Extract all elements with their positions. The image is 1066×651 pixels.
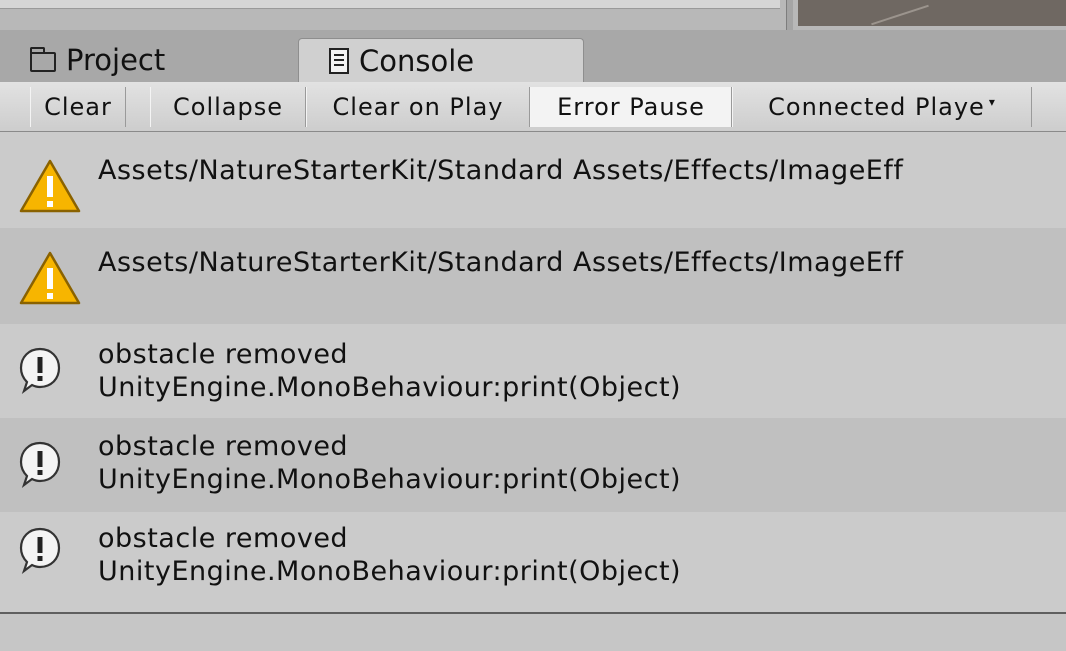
- clear-button[interactable]: Clear: [30, 87, 126, 127]
- panel-splitter[interactable]: [786, 0, 793, 30]
- folder-icon: [30, 47, 56, 72]
- log-detail-panel: [0, 614, 1066, 651]
- tab-project[interactable]: Project: [12, 38, 296, 82]
- collapse-button[interactable]: Collapse: [150, 87, 306, 127]
- log-line-2: UnityEngine.MonoBehaviour:print(Object): [98, 372, 682, 403]
- log-entry-info[interactable]: obstacle removed UnityEngine.MonoBehavio…: [0, 512, 1066, 612]
- log-entry-info[interactable]: obstacle removed UnityEngine.MonoBehavio…: [0, 418, 1066, 512]
- log-message: obstacle removed UnityEngine.MonoBehavio…: [98, 338, 681, 404]
- info-icon: [18, 440, 62, 490]
- clear-on-play-label: Clear on Play: [332, 93, 504, 121]
- log-message: Assets/NatureStarterKit/Standard Assets/…: [98, 246, 903, 279]
- unity-console-window: Project Console Clear Collapse Clear on …: [0, 0, 1066, 651]
- warning-icon: [18, 250, 82, 306]
- collapse-button-label: Collapse: [173, 93, 283, 121]
- console-toolbar: Clear Collapse Clear on Play Error Pause…: [0, 82, 1066, 132]
- upper-panel-edge: [0, 0, 780, 9]
- log-line-1: Assets/NatureStarterKit/Standard Assets/…: [98, 247, 904, 278]
- info-icon: [18, 346, 62, 396]
- log-line-1: obstacle removed: [98, 339, 349, 370]
- log-message: Assets/NatureStarterKit/Standard Assets/…: [98, 154, 903, 187]
- error-pause-button[interactable]: Error Pause: [530, 87, 732, 127]
- log-entry-info[interactable]: obstacle removed UnityEngine.MonoBehavio…: [0, 324, 1066, 418]
- clear-button-label: Clear: [44, 93, 112, 121]
- warning-icon: [18, 158, 82, 214]
- error-pause-label: Error Pause: [557, 93, 705, 121]
- log-message: obstacle removed UnityEngine.MonoBehavio…: [98, 430, 681, 496]
- log-message: obstacle removed UnityEngine.MonoBehavio…: [98, 522, 681, 588]
- connected-player-dropdown[interactable]: Connected Playe ▾: [732, 87, 1032, 127]
- log-entry-warning[interactable]: Assets/NatureStarterKit/Standard Assets/…: [0, 228, 1066, 324]
- log-line-1: obstacle removed: [98, 431, 349, 462]
- tab-console-label: Console: [359, 44, 475, 78]
- log-line-2: UnityEngine.MonoBehaviour:print(Object): [98, 556, 682, 587]
- chevron-down-icon: ▾: [988, 95, 996, 109]
- tab-project-label: Project: [66, 43, 166, 77]
- log-line-1: Assets/NatureStarterKit/Standard Assets/…: [98, 155, 904, 186]
- log-entry-warning[interactable]: Assets/NatureStarterKit/Standard Assets/…: [0, 132, 1066, 228]
- scene-view-edge: [0, 0, 1066, 30]
- tab-bar: Project Console: [0, 30, 1066, 83]
- console-icon: [329, 48, 349, 74]
- log-line-2: UnityEngine.MonoBehaviour:print(Object): [98, 464, 682, 495]
- connected-player-label: Connected Playe: [768, 93, 985, 121]
- console-log-list[interactable]: Assets/NatureStarterKit/Standard Assets/…: [0, 132, 1066, 612]
- clear-on-play-button[interactable]: Clear on Play: [306, 87, 530, 127]
- log-line-1: obstacle removed: [98, 523, 349, 554]
- info-icon: [18, 526, 62, 576]
- scene-view-preview: [798, 0, 1066, 26]
- tab-console[interactable]: Console: [298, 38, 584, 83]
